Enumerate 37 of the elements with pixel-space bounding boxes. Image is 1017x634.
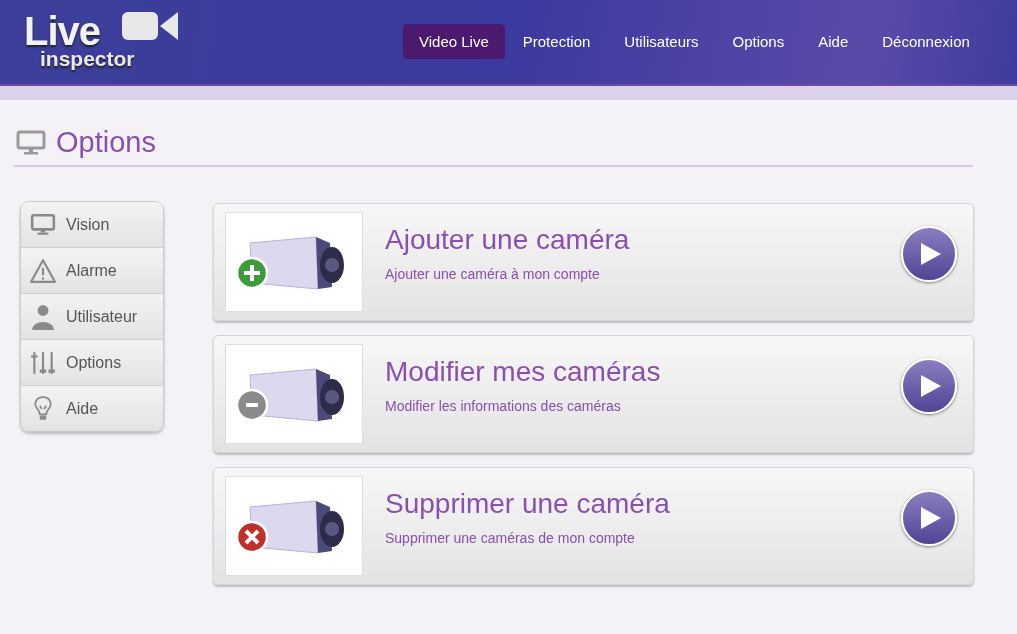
sidebar-item[interactable]: Alarme xyxy=(21,247,163,293)
warning-icon xyxy=(30,257,56,284)
play-button[interactable] xyxy=(901,226,957,282)
minus-badge-icon xyxy=(235,388,269,422)
sidebar-item[interactable]: Options xyxy=(21,339,163,385)
security-camera-icon xyxy=(249,500,344,554)
nav-tab[interactable]: Déconnexion xyxy=(866,24,986,59)
play-button[interactable] xyxy=(901,358,957,414)
play-icon xyxy=(921,507,941,529)
nav-tab[interactable]: Protection xyxy=(506,24,607,59)
card-title: Supprimer une caméra xyxy=(385,488,671,520)
nav-tab[interactable]: Video Live xyxy=(403,24,505,59)
cross-badge-icon xyxy=(235,520,269,554)
sliders-icon xyxy=(30,349,56,376)
nav-tab[interactable]: Options xyxy=(716,24,801,59)
card-subtitle: Modifier les informations des caméras xyxy=(385,398,622,414)
monitor-icon xyxy=(30,211,56,238)
card-title: Ajouter une caméra xyxy=(385,224,631,256)
video-camera-icon xyxy=(122,10,178,42)
sidebar-item[interactable]: Vision xyxy=(21,202,163,247)
logo-subtext: inspector xyxy=(40,48,135,70)
nav-tab[interactable]: Utilisateurs xyxy=(608,24,715,59)
page-title: Options xyxy=(56,126,156,159)
sidebar-item[interactable]: Utilisateur xyxy=(21,293,163,339)
user-icon xyxy=(30,303,56,330)
play-icon xyxy=(921,375,941,397)
play-icon xyxy=(921,243,941,265)
nav-tab[interactable]: Aide xyxy=(802,24,865,59)
play-button[interactable] xyxy=(901,490,957,546)
sidebar-item[interactable]: Aide xyxy=(21,385,163,431)
plus-badge-icon xyxy=(235,256,269,290)
card-subtitle: Ajouter une caméra à mon compte xyxy=(385,266,601,282)
card-subtitle: Supprimer une caméras de mon compte xyxy=(385,530,636,546)
card-title: Modifier mes caméras xyxy=(385,356,662,388)
security-camera-icon xyxy=(249,236,344,290)
monitor-icon xyxy=(16,129,46,156)
logo-text: Live xyxy=(24,14,101,48)
